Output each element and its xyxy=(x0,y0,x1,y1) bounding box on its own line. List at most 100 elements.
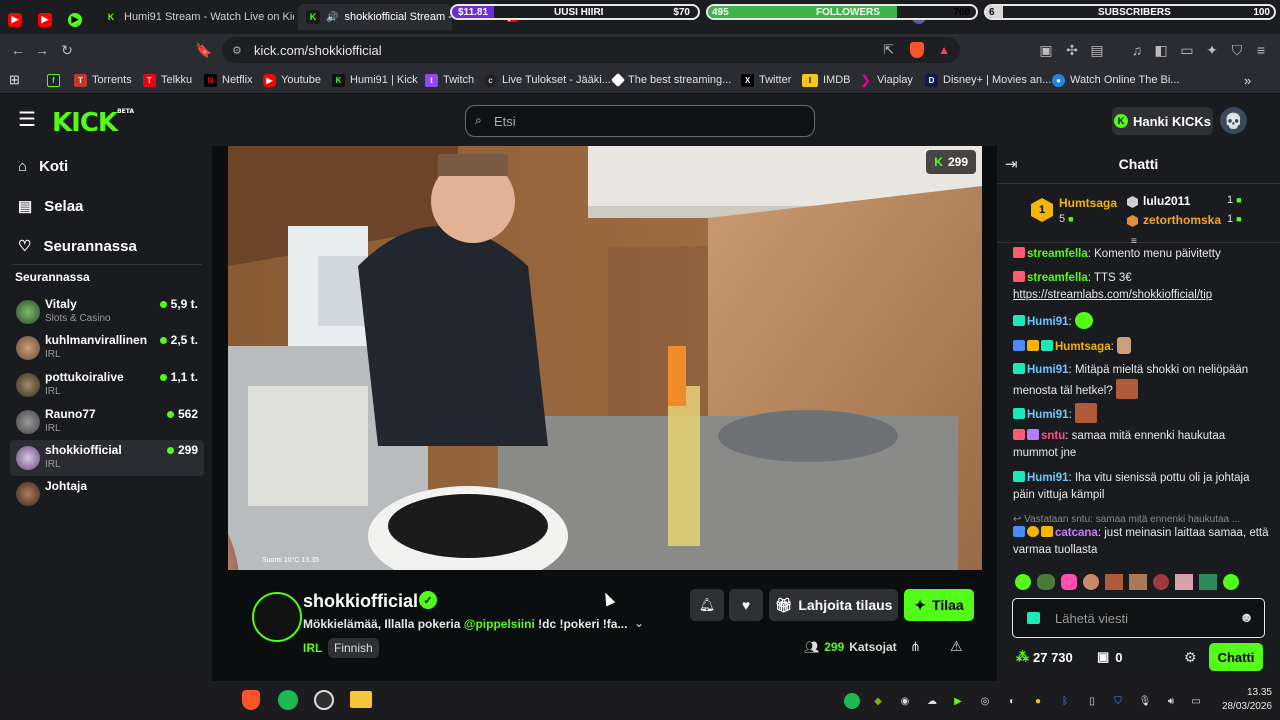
emote-icon[interactable] xyxy=(1129,574,1147,590)
microphone-tray-icon[interactable]: 🎙︎ xyxy=(1137,693,1153,709)
brave-shield-icon[interactable] xyxy=(910,42,924,58)
bookmark-twitter[interactable]: X Twitter xyxy=(741,72,791,88)
bookmark-live-tulokset[interactable]: c Live Tulokset - Jääki... xyxy=(484,72,611,88)
bluetooth-tray-icon[interactable]: ᛒ xyxy=(1057,693,1073,709)
expand-title-icon[interactable]: ⌄ xyxy=(634,616,644,630)
wallet-icon[interactable]: ▭ xyxy=(1178,41,1196,59)
chat-username[interactable]: Humi91 xyxy=(1027,364,1069,376)
bookmark-streaming[interactable]: The best streaming... xyxy=(610,72,731,88)
usb-tray-icon[interactable]: ▯ xyxy=(1084,693,1100,709)
chat-input[interactable]: Lähetä viesti ☻ xyxy=(1012,598,1265,638)
chat-username[interactable]: streamfella xyxy=(1027,272,1088,284)
youtube-pinned-tab-2[interactable]: ▶ xyxy=(38,9,52,27)
bookmark-telkku[interactable]: T Telkku xyxy=(143,72,192,88)
emote-icon[interactable] xyxy=(1175,574,1193,590)
reload-icon[interactable]: ↻ xyxy=(58,41,76,59)
send-chat-button[interactable]: Chatti xyxy=(1209,643,1263,671)
url-field[interactable]: ⚙ kick.com/shokkiofficial ⇱ ▲ xyxy=(222,37,960,63)
notifications-button[interactable]: 🔔︎ xyxy=(690,589,724,621)
bookmark-twitch[interactable]: t Twitch xyxy=(425,72,474,88)
clock[interactable]: 13.35 28/03/2026 xyxy=(1206,686,1272,714)
nav-browse[interactable]: ▤ Selaa xyxy=(18,194,83,218)
user-avatar[interactable]: 💀 xyxy=(1220,107,1247,134)
site-info-icon[interactable]: ⚙ xyxy=(232,44,242,57)
tab-shokkiofficial[interactable]: K 🔊 shokkiofficial Stream - W xyxy=(298,4,452,30)
more-bookmarks-icon[interactable]: » xyxy=(1244,72,1251,88)
security-tray-icon[interactable]: ⛉ xyxy=(1110,693,1126,709)
emote-icon[interactable] xyxy=(1199,574,1217,590)
emote-icon[interactable] xyxy=(1083,574,1099,590)
brave-browser-taskbar-icon[interactable] xyxy=(242,690,260,710)
chat-username[interactable]: catcana xyxy=(1055,527,1098,539)
claims[interactable]: ▣ 0 xyxy=(1097,649,1123,665)
discord-tray-icon[interactable]: ◉ xyxy=(897,693,913,709)
gifter-name[interactable]: lulu2011 xyxy=(1143,194,1190,208)
chat-link[interactable]: https://streamlabs.com/shokkiofficial/ti… xyxy=(1013,289,1212,301)
channel-points[interactable]: ⁂ 27 730 xyxy=(1016,649,1073,665)
menu-icon[interactable]: ≡ xyxy=(1252,41,1270,59)
spotify-tray-icon[interactable] xyxy=(844,693,860,709)
file-explorer-taskbar-icon[interactable] xyxy=(350,691,372,708)
search-input[interactable]: Etsi xyxy=(465,105,815,137)
brave-rewards-icon[interactable]: ▲ xyxy=(938,43,950,57)
bookmark-viaplay[interactable]: ❯ Viaplay xyxy=(859,72,912,88)
app-tray-icon[interactable]: ◐ xyxy=(1004,693,1020,709)
bookmark-icon[interactable]: 🔖 xyxy=(195,41,213,59)
bookmark-torrents[interactable]: T Torrents xyxy=(74,72,132,88)
category-link[interactable]: IRL xyxy=(303,641,322,655)
streamer-name[interactable]: shokkiofficial xyxy=(303,591,418,612)
bookmark-youtube[interactable]: ▶ Youtube xyxy=(263,72,321,88)
subscribe-button[interactable]: ✦ Tilaa xyxy=(904,589,974,621)
streamer-avatar[interactable] xyxy=(252,592,302,642)
screenshot-icon[interactable]: ▣ xyxy=(1037,41,1055,59)
chat-username[interactable]: Humi91 xyxy=(1027,409,1069,421)
chat-username[interactable]: Humtsaga xyxy=(1055,341,1111,353)
nav-home[interactable]: ⌂ Koti xyxy=(18,154,68,178)
emote-icon[interactable] xyxy=(1153,574,1169,590)
leo-ai-icon[interactable]: ✦ xyxy=(1203,41,1221,59)
sidebar-channel-rauno77[interactable]: Rauno77 IRL 562 xyxy=(10,404,204,440)
bookmark-disney[interactable]: D Disney+ | Movies an... xyxy=(925,72,1051,88)
gift-sub-button[interactable]: 🎁︎ Lahjoita tilaus xyxy=(769,589,898,621)
bookmark-imdb[interactable]: I IMDB xyxy=(802,72,851,88)
back-icon[interactable]: ← xyxy=(9,41,27,59)
sidebar-toggle-icon[interactable]: ◧ xyxy=(1152,41,1170,59)
chat-username[interactable]: sntu xyxy=(1041,430,1065,442)
emote-icon[interactable] xyxy=(1015,574,1031,590)
network-tray-icon[interactable]: ▭ xyxy=(1188,693,1204,709)
chat-settings-icon[interactable]: ⚙ xyxy=(1184,649,1197,666)
chat-username[interactable]: Humi91 xyxy=(1027,316,1069,328)
nvidia-tray-icon[interactable]: ◆ xyxy=(870,693,886,709)
report-icon[interactable]: ⚠ xyxy=(950,638,963,655)
sidebar-channel-shokkiofficial[interactable]: shokkiofficial IRL 299 xyxy=(10,440,204,476)
gifter-name[interactable]: zetorthomska xyxy=(1143,213,1221,227)
tab-humi91[interactable]: K Humi91 Stream - Watch Live on Kick xyxy=(98,4,294,30)
steelseries-tray-icon[interactable]: ◎ xyxy=(977,693,993,709)
music-icon[interactable]: ♫ xyxy=(1128,41,1146,59)
reader-icon[interactable]: ▤ xyxy=(1088,41,1106,59)
extensions-icon[interactable]: ✣ xyxy=(1063,41,1081,59)
bookmark-netflix[interactable]: N Netflix xyxy=(204,72,253,88)
language-tag[interactable]: Finnish xyxy=(328,638,379,658)
volume-tray-icon[interactable]: 🔊︎ xyxy=(1163,693,1179,709)
share-icon[interactable]: ⋔ xyxy=(910,639,921,655)
spotify-taskbar-icon[interactable] xyxy=(278,690,298,710)
stream-title-mention[interactable]: @pippelsiini xyxy=(464,617,535,631)
follow-button[interactable]: ♥ xyxy=(729,589,763,621)
apps-icon[interactable]: ⊞ xyxy=(9,72,20,88)
share-icon[interactable]: ⇱ xyxy=(883,42,894,58)
play-tray-icon[interactable]: ▶ xyxy=(950,693,966,709)
youtube-pinned-tab-1[interactable]: ▶ xyxy=(8,9,22,27)
emoji-tray-icon[interactable]: ● xyxy=(1030,693,1046,709)
video-player[interactable]: K 299 Suomi 10°C 13.35 xyxy=(228,146,982,570)
bookmark-feed[interactable]: f xyxy=(47,72,60,88)
vpn-icon[interactable]: ⛉ xyxy=(1228,41,1246,59)
hamburger-menu-icon[interactable]: ☰ xyxy=(18,107,36,132)
forward-icon[interactable]: → xyxy=(33,41,51,59)
emoji-picker-icon[interactable]: ☻ xyxy=(1239,609,1254,625)
sidebar-channel-pottukoiralive[interactable]: pottukoiralive IRL 1,1 t. xyxy=(10,367,204,403)
subscriber-badge-icon[interactable] xyxy=(1027,612,1040,624)
sidebar-channel-vitaly[interactable]: Vitaly Slots & Casino 5,9 t. xyxy=(10,294,204,330)
chat-username[interactable]: streamfella xyxy=(1027,248,1088,260)
bookmark-humi91-kick[interactable]: K Humi91 | Kick xyxy=(332,72,418,88)
